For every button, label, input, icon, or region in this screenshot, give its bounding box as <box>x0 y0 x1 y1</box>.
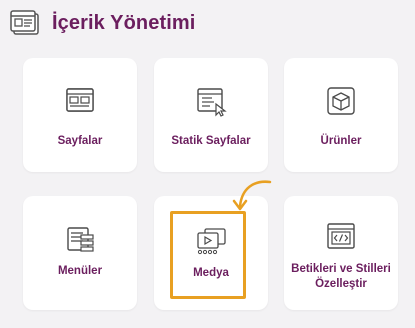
card-betikleri-ve-stilleri[interactable]: Betikleri ve Stilleri Özelleştir <box>284 196 398 310</box>
annotation-arrow-icon <box>232 180 272 211</box>
card-label-line2: Özelleştir <box>315 278 367 290</box>
card-sayfalar[interactable]: Sayfalar <box>23 58 137 172</box>
menus-icon <box>67 227 94 252</box>
card-label: Statik Sayfalar <box>171 135 251 147</box>
scripts-styles-icon <box>327 223 355 249</box>
card-label-line1: Betikleri ve Stilleri <box>291 263 391 275</box>
card-label: Ürünler <box>320 135 362 147</box>
card-menuler[interactable]: Menüler <box>23 196 137 310</box>
card-urunler[interactable]: Ürünler <box>284 58 398 172</box>
products-icon <box>327 87 355 115</box>
highlight-box <box>170 211 246 299</box>
content-management-icon <box>10 10 39 35</box>
page-title: İçerik Yönetimi <box>52 11 196 34</box>
static-pages-icon <box>197 88 227 117</box>
pages-icon <box>66 88 94 112</box>
page-header: İçerik Yönetimi <box>8 6 195 40</box>
card-label: Sayfalar <box>57 135 103 147</box>
card-label: Menüler <box>57 265 103 277</box>
card-statik-sayfalar[interactable]: Statik Sayfalar <box>154 58 268 172</box>
